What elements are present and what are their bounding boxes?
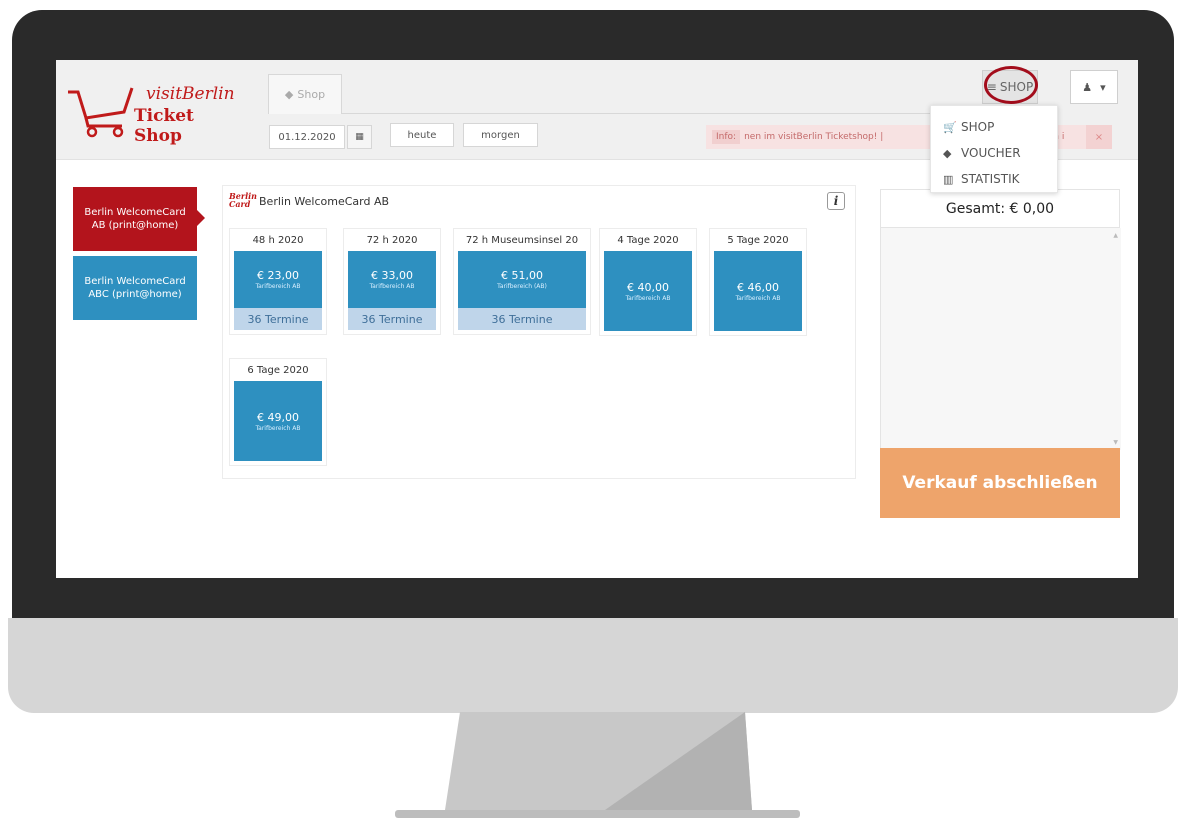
tomorrow-button[interactable]: morgen	[463, 123, 538, 147]
info-icon[interactable]: i	[827, 192, 845, 210]
monitor-stand-base	[395, 810, 800, 818]
product-zone: Tarifbereich AB	[735, 294, 781, 302]
product-price-tile[interactable]: € 33,00 Tarifbereich AB	[348, 251, 436, 308]
bar-chart-icon: ▥	[943, 172, 954, 186]
scroll-up-icon[interactable]: ▲	[1113, 232, 1118, 239]
info-label: Info:	[712, 130, 741, 144]
product-price-tile[interactable]: € 49,00 Tarifbereich AB	[234, 381, 322, 461]
scroll-down-icon[interactable]: ▼	[1113, 439, 1118, 446]
monitor-chin	[8, 618, 1178, 713]
berlin-card-logo: Berlin Card	[229, 191, 257, 209]
sidebar-item-welcomecard-ab[interactable]: Berlin WelcomeCard AB (print@home)	[73, 187, 197, 251]
menu-item-statistik[interactable]: ▥ STATISTIK	[943, 166, 1057, 192]
product-price: € 23,00	[257, 269, 299, 282]
cart-items-list[interactable]: ▲ ▼	[881, 228, 1121, 450]
product-title: 48 h 2020	[252, 234, 304, 246]
user-icon: ♟	[1082, 80, 1093, 94]
product-termine[interactable]: 36 Termine	[348, 308, 436, 330]
product-price: € 51,00	[501, 269, 543, 282]
product-zone: Tarifbereich (AB)	[497, 283, 547, 290]
product-price-tile[interactable]: € 40,00 Tarifbereich AB	[604, 251, 692, 331]
cart-panel: Gesamt: € 0,00 ▲ ▼	[880, 189, 1121, 450]
app-screen: visitBerlin Ticket Shop ◆ Shop 01.12.202…	[56, 60, 1138, 578]
product-zone: Tarifbereich AB	[255, 283, 301, 290]
product-card[interactable]: 5 Tage 2020 € 46,00 Tarifbereich AB	[709, 228, 807, 336]
logo-text-ticket-shop: Ticket Shop	[134, 106, 194, 146]
product-price: € 40,00	[627, 280, 669, 294]
shop-dropdown-menu: 🛒 SHOP ◆ VOUCHER ▥ STATISTIK	[930, 105, 1058, 193]
product-price: € 49,00	[257, 410, 299, 424]
tag-icon: ◆	[284, 88, 294, 101]
product-title: 4 Tage 2020	[617, 234, 679, 246]
cart-logo-icon	[68, 87, 134, 138]
info-text: nen im visitBerlin Ticketshop! |	[744, 132, 884, 142]
product-termine[interactable]: 36 Termine	[234, 308, 322, 330]
close-icon: ×	[1094, 131, 1104, 143]
product-termine[interactable]: 36 Termine	[458, 308, 586, 330]
product-card[interactable]: 72 h Museumsinsel 20 € 51,00 Tarifbereic…	[453, 228, 591, 335]
panel-header: Berlin Card Berlin WelcomeCard AB	[229, 192, 389, 210]
product-card[interactable]: 48 h 2020 € 23,00 Tarifbereich AB 36 Ter…	[229, 228, 327, 335]
product-price: € 33,00	[371, 269, 413, 282]
product-card[interactable]: 72 h 2020 € 33,00 Tarifbereich AB 36 Ter…	[343, 228, 441, 335]
product-card[interactable]: 4 Tage 2020 € 40,00 Tarifbereich AB	[599, 228, 697, 336]
date-input[interactable]: 01.12.2020	[269, 125, 345, 149]
product-price-tile[interactable]: € 46,00 Tarifbereich AB	[714, 251, 802, 331]
panel-title: Berlin WelcomeCard AB	[259, 194, 390, 208]
product-zone: Tarifbereich AB	[625, 294, 671, 302]
monitor-stand	[445, 712, 752, 810]
sidebar-item-welcomecard-abc[interactable]: Berlin WelcomeCard ABC (print@home)	[73, 256, 197, 320]
user-menu-button[interactable]: ♟ ▾	[1070, 70, 1118, 104]
product-zone: Tarifbereich AB	[369, 283, 415, 290]
product-price: € 46,00	[737, 280, 779, 294]
visitberlin-logo[interactable]: visitBerlin Ticket Shop	[66, 78, 236, 146]
tab-shop[interactable]: ◆ Shop	[268, 74, 342, 114]
checkout-button[interactable]: Verkauf abschließen	[880, 448, 1120, 518]
product-price-tile[interactable]: € 23,00 Tarifbereich AB	[234, 251, 322, 308]
calendar-icon: ▦	[355, 132, 364, 142]
tab-divider	[342, 113, 962, 114]
tab-shop-label: Shop	[297, 88, 326, 101]
active-indicator-arrow	[197, 210, 205, 226]
product-title: 6 Tage 2020	[247, 364, 309, 376]
cart-icon: 🛒	[943, 120, 957, 134]
product-price-tile[interactable]: € 51,00 Tarifbereich (AB)	[458, 251, 586, 308]
calendar-button[interactable]: ▦	[347, 125, 372, 149]
menu-item-label: VOUCHER	[961, 146, 1021, 160]
info-close-button[interactable]: ×	[1086, 125, 1112, 149]
menu-item-shop[interactable]: 🛒 SHOP	[943, 114, 1057, 140]
highlight-circle	[984, 66, 1038, 104]
menu-item-voucher[interactable]: ◆ VOUCHER	[943, 140, 1057, 166]
chevron-down-icon: ▾	[1100, 80, 1106, 94]
product-card[interactable]: 6 Tage 2020 € 49,00 Tarifbereich AB	[229, 358, 327, 466]
tag-icon: ◆	[943, 146, 952, 160]
product-title: 72 h 2020	[366, 234, 418, 246]
products-panel: Berlin Card Berlin WelcomeCard AB i 48 h…	[222, 185, 856, 479]
today-button[interactable]: heute	[390, 123, 454, 147]
product-title: 5 Tage 2020	[727, 234, 789, 246]
product-zone: Tarifbereich AB	[255, 424, 301, 432]
menu-item-label: SHOP	[961, 120, 995, 134]
product-title: 72 h Museumsinsel 20	[465, 234, 579, 246]
menu-item-label: STATISTIK	[961, 172, 1020, 186]
logo-text-visitberlin: visitBerlin	[146, 84, 235, 104]
cart-total: Gesamt: € 0,00	[881, 190, 1119, 228]
